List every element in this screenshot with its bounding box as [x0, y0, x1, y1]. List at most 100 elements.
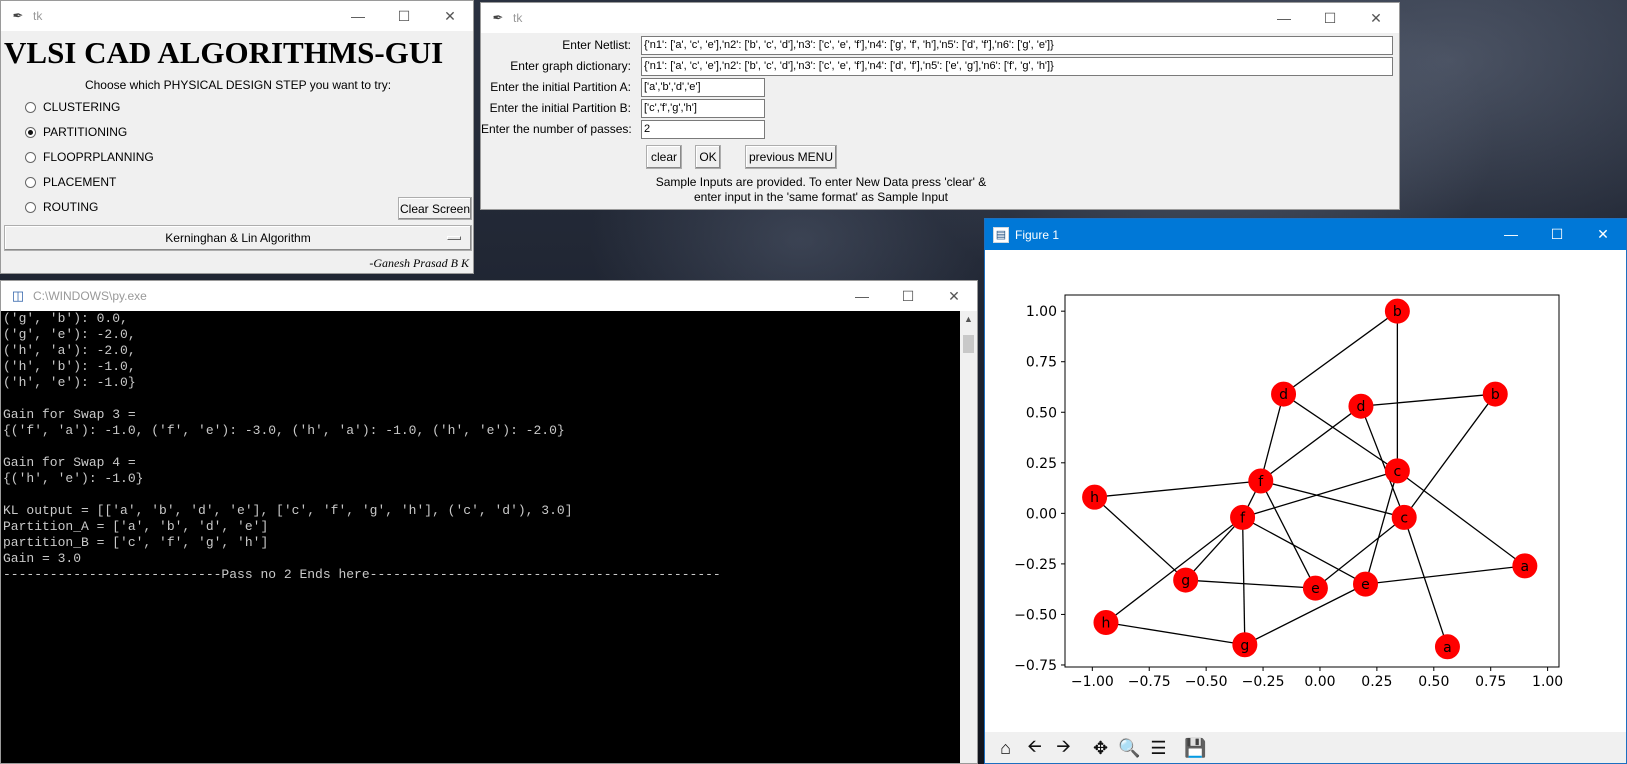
x-tick-label: 0.00 — [1304, 674, 1335, 690]
console-line: ('g', 'b'): 0.0, — [3, 311, 128, 326]
figure-canvas[interactable]: −1.00 −0.75 −0.50 −0.25 0.00 0.25 0.50 0.75 1.00… — [985, 250, 1626, 732]
feather-icon: ✒ — [12, 8, 24, 23]
maximize-icon[interactable]: ☐ — [1307, 3, 1353, 33]
x-tick-label: −0.50 — [1185, 674, 1228, 690]
netlist-label: Enter Netlist: — [562, 38, 631, 52]
partition-b-label: Enter the initial Partition B: — [489, 101, 631, 115]
x-tick-label: −1.00 — [1071, 674, 1114, 690]
minimize-icon[interactable]: — — [1261, 3, 1307, 33]
scroll-thumb[interactable] — [963, 335, 974, 353]
close-icon[interactable]: ✕ — [931, 281, 977, 311]
minimize-icon[interactable]: — — [839, 281, 885, 311]
configure-icon[interactable]: ☰ — [1144, 734, 1173, 763]
zoom-icon[interactable]: 🔍 — [1115, 734, 1144, 763]
clear-screen-button[interactable]: Clear Screen — [398, 197, 472, 220]
window-title: tk — [33, 9, 43, 23]
graph-node-label: c — [1400, 510, 1408, 526]
close-icon[interactable]: ✕ — [1353, 3, 1399, 33]
partition-b-field[interactable]: ['c','f','g','h'] — [641, 99, 765, 118]
back-icon[interactable]: 🡨 — [1020, 734, 1049, 763]
radio-indicator[interactable] — [25, 101, 36, 113]
previous-menu-button[interactable]: previous MENU — [745, 145, 837, 169]
console-line: ('g', 'e'): -2.0, — [3, 327, 136, 342]
console-line: {('f', 'a'): -1.0, ('f', 'e'): -3.0, ('h… — [3, 423, 565, 438]
radio-floorplanning[interactable]: FLOOPRPLANNING — [25, 150, 154, 164]
sample-input-note: Sample Inputs are provided. To enter New… — [621, 175, 1021, 205]
graph-node-label: g — [1181, 573, 1190, 589]
console-line: Gain = 3.0 — [3, 551, 82, 566]
vertical-scrollbar[interactable]: ▲ — [960, 311, 977, 763]
clear-button[interactable]: clear — [646, 145, 682, 169]
y-tick-label: 0.50 — [1026, 405, 1057, 421]
radio-indicator[interactable] — [25, 151, 36, 163]
console-line: ('h', 'a'): -2.0, — [3, 343, 136, 358]
title-bar[interactable]: ◫ C:\WINDOWS\py.exe — ☐ ✕ — [1, 281, 977, 311]
algorithm-selected-label: Kerninghan & Lin Algorithm — [165, 231, 311, 245]
save-icon[interactable]: 💾 — [1181, 734, 1210, 763]
maximize-icon[interactable]: ☐ — [1534, 219, 1580, 249]
forward-icon[interactable]: 🡪 — [1049, 734, 1078, 763]
title-bar[interactable]: ✒ tk — ☐ ✕ — [481, 3, 1399, 33]
maximize-icon[interactable]: ☐ — [885, 281, 931, 311]
app-heading: VLSI CAD ALGORITHMS-GUI — [4, 35, 444, 70]
x-tick-label: 0.50 — [1418, 674, 1449, 690]
x-tick-label: 1.00 — [1532, 674, 1563, 690]
title-bar[interactable]: ✒ tk — ☐ ✕ — [1, 1, 473, 31]
home-icon[interactable]: ⌂ — [991, 734, 1020, 763]
radio-clustering[interactable]: CLUSTERING — [25, 100, 120, 114]
close-icon[interactable]: ✕ — [1580, 219, 1626, 249]
graph-plot: −1.00 −0.75 −0.50 −0.25 0.00 0.25 0.50 0.75 1.00… — [1014, 294, 1563, 690]
minimize-icon[interactable]: — — [335, 1, 381, 31]
radio-indicator-selected[interactable] — [25, 126, 36, 138]
note-line: Sample Inputs are provided. To enter New… — [655, 175, 987, 189]
y-tick-label: 0.75 — [1026, 355, 1057, 371]
graph-node-label: b — [1491, 387, 1500, 403]
passes-field[interactable]: 2 — [641, 120, 765, 139]
console-line: ----------------------------Pass no 2 En… — [3, 567, 721, 582]
graph-dict-field[interactable]: {'n1': ['a', 'c', 'e'],'n2': ['b', 'c', … — [641, 57, 1393, 76]
x-tick-label: 0.75 — [1475, 674, 1506, 690]
y-tick-label: 0.25 — [1026, 456, 1057, 472]
minimize-icon[interactable]: — — [1488, 219, 1534, 249]
pan-icon[interactable]: ✥ — [1086, 734, 1115, 763]
x-tick-label: −0.25 — [1242, 674, 1285, 690]
graph-node-label: b — [1393, 304, 1402, 320]
figure-icon: ▤ — [993, 226, 1009, 243]
title-bar[interactable]: ▤ Figure 1 — ☐ ✕ — [985, 219, 1626, 250]
graph-node-label: d — [1356, 399, 1365, 415]
radio-label: ROUTING — [43, 200, 99, 214]
graph-node-label: e — [1361, 577, 1370, 593]
window-title: Figure 1 — [1015, 227, 1060, 242]
figure-window: ▤ Figure 1 — ☐ ✕ −1.00 −0.75 −0.50 −0.25 0.0… — [984, 218, 1627, 764]
x-tick-label: −0.75 — [1128, 674, 1171, 690]
y-tick-label: −0.75 — [1014, 658, 1057, 674]
netlist-field[interactable]: {'n1': ['a', 'c', 'e'],'n2': ['b', 'c', … — [641, 36, 1393, 55]
radio-placement[interactable]: PLACEMENT — [25, 175, 116, 189]
graph-node-label: a — [1443, 640, 1452, 656]
console-window: ◫ C:\WINDOWS\py.exe — ☐ ✕ ('g', 'b'): 0.… — [0, 280, 978, 764]
passes-label: Enter the number of passes: — [481, 122, 632, 136]
radio-partitioning[interactable]: PARTITIONING — [25, 125, 127, 139]
maximize-icon[interactable]: ☐ — [381, 1, 427, 31]
partition-a-field[interactable]: ['a','b','d','e'] — [641, 78, 765, 97]
radio-routing[interactable]: ROUTING — [25, 200, 98, 214]
graph-node-label: e — [1311, 581, 1320, 597]
close-icon[interactable]: ✕ — [427, 1, 473, 31]
author-signature: -Ganesh Prasad B K — [369, 256, 469, 270]
radio-indicator[interactable] — [25, 201, 36, 213]
note-line: enter input in the 'same format' as Samp… — [693, 190, 949, 204]
graph-node-label: d — [1279, 387, 1288, 403]
algorithm-option-menu[interactable]: Kerninghan & Lin Algorithm — [4, 225, 472, 251]
window-title: tk — [513, 11, 523, 25]
graph-node-label: c — [1394, 464, 1402, 480]
console-line: Gain for Swap 3 = — [3, 407, 136, 422]
ok-button[interactable]: OK — [695, 145, 721, 169]
figure-toolbar: ⌂ 🡨 🡪 ✥ 🔍 ☰ 💾 — [985, 732, 1626, 763]
radio-indicator[interactable] — [25, 176, 36, 188]
graph-node-label: a — [1521, 559, 1530, 575]
console-output[interactable]: ('g', 'b'): 0.0, ('g', 'e'): -2.0, ('h', '… — [1, 311, 961, 763]
scroll-up-icon[interactable]: ▲ — [960, 311, 977, 328]
radio-label: PARTITIONING — [43, 125, 128, 139]
